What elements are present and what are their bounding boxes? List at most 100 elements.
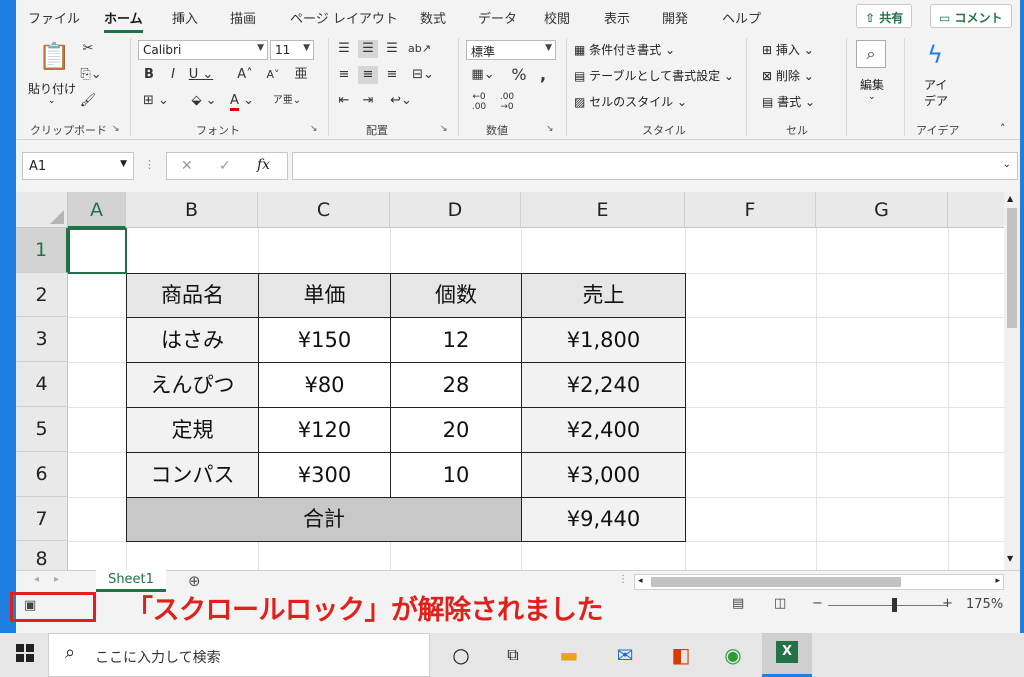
taskbar-search-box[interactable]: ⌕ ここに入力して検索 [48,633,430,677]
table-cell[interactable]: はさみ [126,317,259,363]
column-header-d[interactable]: D [390,192,521,228]
cell-styles-button[interactable]: ▨ セルのスタイル ⌄ [574,93,687,110]
sheet-prev-icon[interactable]: ◂ [34,574,39,585]
fill-color-icon[interactable]: ⬙ ⌄ [188,92,220,110]
row-header-3[interactable]: 3 [16,317,68,362]
alignment-launcher-icon[interactable]: ↘ [440,124,448,134]
bold-icon[interactable]: B [140,66,158,84]
paste-icon[interactable]: 📋 [38,42,70,72]
row-header-1[interactable]: 1 [16,228,68,273]
share-button[interactable]: ⇧ 共有 [856,4,913,28]
excel-taskbar-icon[interactable]: X [762,633,812,677]
table-cell[interactable]: ¥1,800 [521,317,686,363]
row-header-6[interactable]: 6 [16,452,68,497]
wrap-text-icon[interactable]: ↩⌄ [386,92,416,110]
scroll-up-icon[interactable]: ▲ [1007,194,1013,203]
align-bottom-icon[interactable]: ☰ [382,40,402,58]
copy-icon[interactable]: ⎘⌄ [78,66,104,84]
total-label-cell[interactable]: 合計 [126,497,522,542]
table-cell[interactable]: 20 [390,407,522,453]
windows-start-icon[interactable] [10,641,40,669]
search-icon[interactable]: ⌕ [856,40,886,68]
zoom-slider-thumb[interactable] [892,598,897,612]
row-header-7[interactable]: 7 [16,497,68,541]
paste-dropdown-icon[interactable]: ⌄ [48,96,56,106]
office-icon[interactable]: ◧ [666,641,696,669]
italic-icon[interactable]: I [164,66,182,84]
merge-center-icon[interactable]: ⊟⌄ [408,66,438,84]
mail-icon[interactable]: ✉ [610,641,640,669]
tab-data[interactable]: データ [478,8,517,27]
tab-page-layout[interactable]: ページ レイアウト [290,8,398,27]
file-explorer-icon[interactable]: ▬ [554,641,584,669]
table-header-cell[interactable]: 単価 [258,273,391,318]
zoom-out-icon[interactable]: − [812,596,823,611]
sheet-next-icon[interactable]: ▸ [54,574,59,585]
percent-icon[interactable]: % [510,66,528,84]
zoom-in-icon[interactable]: + [942,596,953,611]
number-format-combo[interactable]: 標準 ▼ [466,40,556,60]
scroll-down-icon[interactable]: ▼ [1007,554,1013,563]
comment-button[interactable]: ▭ コメント [930,4,1012,28]
phonetic-icon[interactable]: 亜 [290,66,312,84]
phonetic-guide-icon[interactable]: ア亜⌄ [272,92,302,110]
table-header-cell[interactable]: 個数 [390,273,522,318]
column-header-c[interactable]: C [258,192,390,228]
formula-input[interactable]: ⌄ [292,152,1018,180]
table-cell[interactable]: コンパス [126,452,259,498]
increase-font-icon[interactable]: A˄ [234,66,256,84]
vertical-scrollbar[interactable]: ▲ ▼ [1004,192,1020,570]
name-box[interactable]: A1 ▼ [22,152,134,180]
column-header-a[interactable]: A [68,192,126,228]
tab-view[interactable]: 表示 [604,8,630,27]
ideas-label-line2[interactable]: デア [924,92,948,109]
column-header-g[interactable]: G [816,192,948,228]
format-as-table-button[interactable]: ▤ テーブルとして書式設定 ⌄ [574,67,734,84]
table-cell[interactable]: ¥120 [258,407,391,453]
enter-icon[interactable]: ✓ [219,158,231,174]
tab-developer[interactable]: 開発 [662,8,688,27]
insert-cells-button[interactable]: ⊞ 挿入 ⌄ [762,41,814,58]
number-launcher-icon[interactable]: ↘ [546,124,554,134]
font-name-combo[interactable]: Calibri ▼ [138,40,268,60]
tab-draw[interactable]: 描画 [230,8,256,27]
align-middle-icon[interactable]: ☰ [358,40,378,58]
lightning-icon[interactable]: ϟ [922,40,948,70]
table-cell[interactable]: ¥150 [258,317,391,363]
conditional-format-button[interactable]: ▦ 条件付き書式 ⌄ [574,41,675,58]
task-view-icon[interactable]: ⧉ [498,641,528,669]
increase-indent-icon[interactable]: ⇥ [358,92,378,110]
tab-review[interactable]: 校閲 [544,8,570,27]
table-cell[interactable]: 10 [390,452,522,498]
table-cell[interactable]: えんぴつ [126,362,259,408]
total-value-cell[interactable]: ¥9,440 [521,497,686,542]
active-cell-a1[interactable] [68,228,127,274]
table-cell[interactable]: ¥2,240 [521,362,686,408]
editing-dropdown-icon[interactable]: ⌄ [868,92,876,102]
clipboard-launcher-icon[interactable]: ↘ [112,124,120,134]
insert-function-icon[interactable]: fx [257,157,270,173]
currency-icon[interactable]: ▦⌄ [466,66,500,84]
tab-file[interactable]: ファイル [28,8,80,27]
increase-decimal-icon[interactable]: ←0.00 [468,92,490,112]
select-all-corner[interactable] [16,192,68,228]
tab-home[interactable]: ホーム [104,8,143,33]
row-header-5[interactable]: 5 [16,407,68,452]
scroll-right-icon[interactable]: ▸ [995,576,1000,586]
row-header-2[interactable]: 2 [16,273,68,317]
zoom-slider[interactable] [828,605,948,606]
align-center-icon[interactable]: ≡ [358,66,378,84]
collapse-ribbon-icon[interactable]: ˄ [1000,122,1006,135]
table-header-cell[interactable]: 商品名 [126,273,259,318]
format-painter-icon[interactable]: 🖌 [78,92,98,110]
orientation-icon[interactable]: ab↗ [408,40,431,58]
worksheet-grid[interactable]: A B C D E F G 1 2 3 4 5 6 7 8 商品名 単価 個数 … [16,192,1004,570]
cut-icon[interactable]: ✂ [78,40,98,58]
ideas-label-line1[interactable]: アイ [924,76,947,93]
row-header-8[interactable]: 8 [16,541,68,570]
row-header-4[interactable]: 4 [16,362,68,407]
cancel-icon[interactable]: ✕ [181,158,193,174]
page-break-view-icon[interactable]: ◫ [774,596,786,611]
comma-icon[interactable]: , [534,66,552,84]
page-layout-view-icon[interactable]: ▤ [732,596,744,611]
